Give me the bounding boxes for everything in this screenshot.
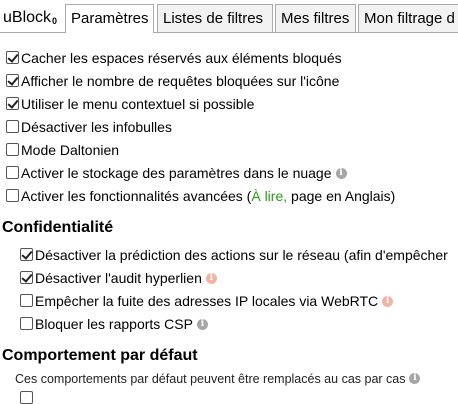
checkbox-context-menu[interactable] (6, 97, 19, 110)
info-icon[interactable]: i (382, 295, 394, 307)
checkbox-cloud-storage[interactable] (6, 166, 19, 179)
checkbox-hide-placeholders[interactable] (6, 51, 19, 64)
setting-label: Bloquer les rapports CSP (35, 316, 193, 332)
setting-label: Activer les fonctionnalités avancées ( (21, 188, 252, 204)
default-behavior-heading: Comportement par défaut (2, 347, 198, 364)
setting-label-suffix: page en Anglais) (287, 188, 396, 204)
setting-label: Désactiver l'audit hyperlien (35, 270, 202, 286)
checkbox-tooltips[interactable] (6, 120, 19, 133)
checkbox-webrtc[interactable] (20, 294, 33, 307)
info-icon[interactable]: i (409, 373, 421, 385)
setting-label: Afficher le nombre de requêtes bloquées … (21, 73, 340, 89)
setting-label: Désactiver la prédiction des actions sur… (35, 247, 448, 263)
checkbox-prefetching[interactable] (20, 248, 33, 261)
setting-label: Activer le stockage des paramètres dans … (21, 165, 332, 181)
checkbox-csp-reports[interactable] (20, 317, 33, 330)
checkbox-hyperlink-auditing[interactable] (20, 271, 33, 284)
tab-mon-filtrage[interactable]: Mon filtrage d (358, 4, 458, 32)
tab-bar: uBlock0 Paramètres Listes de filtres Mes… (0, 0, 458, 33)
setting-label: Cacher les espaces réservés aux éléments… (21, 50, 342, 66)
checkbox-color-blind[interactable] (6, 143, 19, 156)
privacy-heading: Confidentialité (2, 219, 114, 236)
default-behavior-note: Ces comportements par défaut peuvent êtr… (15, 372, 421, 386)
setting-label: Utiliser le menu contextuel si possible (21, 96, 255, 112)
setting-label: Empêcher la fuite des adresses IP locale… (35, 293, 379, 309)
checkbox-partial[interactable] (20, 391, 33, 404)
checkbox-advanced-features[interactable] (6, 189, 19, 202)
tab-parametres[interactable]: Paramètres (65, 4, 154, 33)
tab-mes-filtres[interactable]: Mes filtres (275, 4, 356, 32)
tab-listes-de-filtres[interactable]: Listes de filtres (157, 4, 273, 32)
read-more-link[interactable]: À lire, (251, 188, 287, 204)
setting-label: Mode Daltonien (21, 142, 120, 158)
info-icon[interactable]: i (335, 167, 347, 179)
info-icon[interactable]: i (205, 272, 217, 284)
setting-label: Désactiver les infobulles (21, 119, 172, 135)
info-icon[interactable]: i (196, 318, 208, 330)
checkbox-icon-badge[interactable] (6, 74, 19, 87)
ublock-logo: uBlock0 (3, 9, 58, 26)
